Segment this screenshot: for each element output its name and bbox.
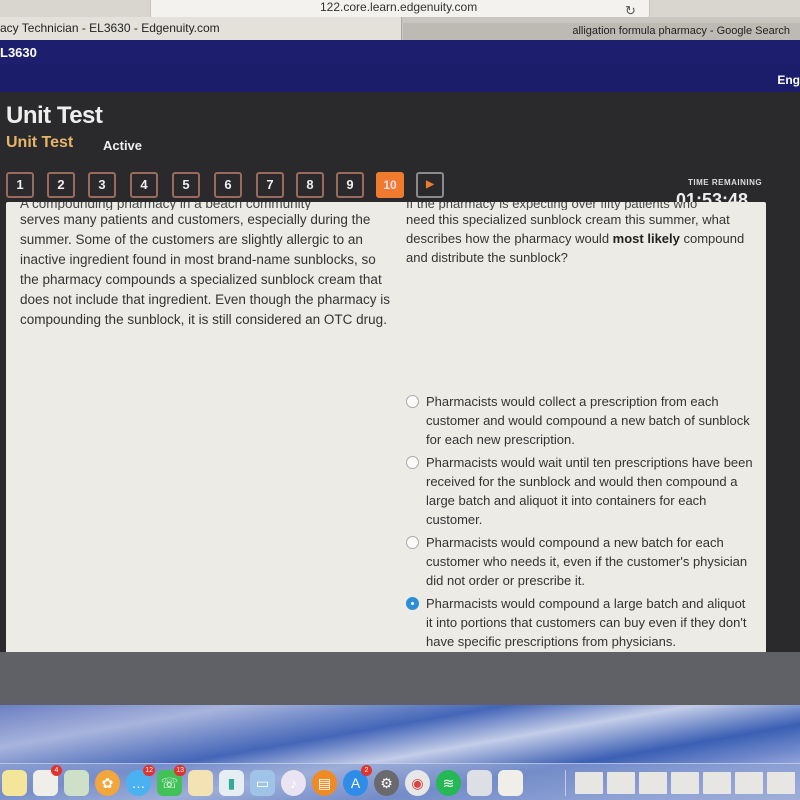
messages-icon[interactable]: … 12: [126, 765, 155, 796]
question-button-6[interactable]: 6: [214, 172, 242, 198]
question-button-2[interactable]: 2: [47, 172, 75, 198]
photos-icon[interactable]: ✿: [95, 770, 120, 796]
system-preferences-glyph: ⚙: [380, 775, 393, 791]
language-link[interactable]: Eng: [777, 73, 800, 87]
question-button-7[interactable]: 7: [256, 172, 284, 198]
photo-booth-icon[interactable]: [467, 770, 492, 796]
dock-separator: [565, 770, 566, 796]
passage-cut-line: A compounding pharmacy in a beach commun…: [20, 202, 312, 210]
document-icon[interactable]: [639, 772, 667, 794]
chrome-glyph: ◉: [411, 775, 424, 791]
question-cut-line: If the pharmacy is expecting over fifty …: [406, 202, 698, 210]
notes-icon[interactable]: [2, 770, 27, 796]
question-button-8[interactable]: 8: [296, 172, 324, 198]
radio-button[interactable]: [406, 536, 419, 549]
ibooks-glyph: ▤: [317, 775, 332, 791]
answer-option-2[interactable]: Pharmacists would wait until ten prescri…: [404, 453, 754, 529]
timer-label: TIME REMAINING: [688, 178, 763, 187]
itunes-glyph: ♪: [290, 775, 297, 791]
document-icon[interactable]: [767, 772, 795, 794]
play-arrow-icon: ▶: [426, 179, 434, 190]
document-icon[interactable]: [671, 772, 699, 794]
numbers-icon[interactable]: ▮: [219, 770, 244, 796]
chrome-icon[interactable]: ◉: [405, 770, 430, 796]
notification-badge: 13: [174, 765, 186, 776]
course-code: L3630: [0, 45, 37, 60]
address-text[interactable]: 122.core.learn.edgenuity.com: [320, 0, 480, 14]
document-icon[interactable]: [735, 772, 763, 794]
monitor-bezel: [0, 652, 800, 712]
notification-badge: 2: [361, 765, 372, 776]
question-button-4[interactable]: 4: [130, 172, 158, 198]
dock: 4 ✿ … 12 ☏ 13 ▮ ▭ ♪ ▤ A 2 ⚙ ◉ ≋: [0, 763, 800, 800]
keynote-icon[interactable]: ▭: [250, 770, 275, 796]
activity-subtitle: Unit Test: [6, 134, 74, 151]
photos-glyph: ✿: [101, 775, 114, 791]
notification-badge: 12: [143, 765, 155, 776]
answer-option-3[interactable]: Pharmacists would compound a new batch f…: [404, 533, 754, 590]
option-text: Pharmacists would compound a large batch…: [426, 596, 747, 649]
keynote-glyph: ▭: [255, 775, 270, 791]
answer-option-4[interactable]: Pharmacists would compound a large batch…: [404, 594, 754, 651]
option-text: Pharmacists would compound a new batch f…: [426, 535, 748, 588]
spotify-glyph: ≋: [442, 775, 455, 791]
page-title: Unit Test: [6, 102, 103, 129]
spotify-icon[interactable]: ≋: [436, 770, 461, 796]
system-preferences-icon[interactable]: ⚙: [374, 770, 399, 796]
answer-option-1[interactable]: Pharmacists would collect a prescription…: [404, 392, 754, 449]
question-emphasis: most likely: [612, 231, 680, 246]
status-label: Active: [103, 138, 143, 153]
radio-button[interactable]: [406, 456, 419, 469]
app-store-icon[interactable]: A2: [343, 765, 372, 796]
numbers-glyph: ▮: [227, 775, 236, 791]
screen: 122.core.learn.edgenuity.com ↻ acy Techn…: [0, 0, 800, 800]
question-button-5[interactable]: 5: [172, 172, 200, 198]
radio-button-selected[interactable]: [406, 597, 419, 610]
option-text: Pharmacists would collect a prescription…: [426, 394, 750, 447]
textedit-icon[interactable]: [498, 770, 523, 796]
ibooks-icon[interactable]: ▤: [312, 770, 337, 796]
facetime-icon[interactable]: ☏ 13: [157, 765, 186, 796]
question-button-1[interactable]: 1: [6, 172, 34, 198]
question-prompt: If the pharmacy is expecting over fifty …: [406, 202, 746, 267]
tab-label: alligation formula pharmacy - Google Sea…: [572, 25, 790, 37]
browser-toolbar: 122.core.learn.edgenuity.com ↻: [0, 0, 800, 20]
question-button-3[interactable]: 3: [88, 172, 116, 198]
pages-icon[interactable]: [188, 770, 213, 796]
sub-navigation: Eng: [0, 64, 800, 94]
tab-label: acy Technician - EL3630 - Edgenuity.com: [0, 21, 220, 35]
downloads-stack-icon[interactable]: [575, 772, 603, 794]
answer-options: Pharmacists would collect a prescription…: [404, 392, 754, 655]
radio-button[interactable]: [406, 395, 419, 408]
option-text: Pharmacists would wait until ten prescri…: [426, 455, 753, 527]
question-button-9[interactable]: 9: [336, 172, 364, 198]
itunes-icon[interactable]: ♪: [281, 770, 306, 796]
passage: A compounding pharmacy in a beach commun…: [20, 202, 390, 330]
document-icon[interactable]: [703, 772, 731, 794]
preview-icon[interactable]: [64, 770, 89, 796]
passage-text: serves many patients and customers, espe…: [20, 212, 390, 327]
reminders-icon[interactable]: 4: [33, 765, 62, 796]
document-icon[interactable]: [607, 772, 635, 794]
question-button-10[interactable]: 10: [376, 172, 404, 198]
test-area: Unit Test Unit Test Active 1 2 3 4 5 6 7…: [0, 92, 800, 740]
next-question-button[interactable]: ▶: [416, 172, 444, 198]
notification-badge: 4: [51, 765, 62, 776]
